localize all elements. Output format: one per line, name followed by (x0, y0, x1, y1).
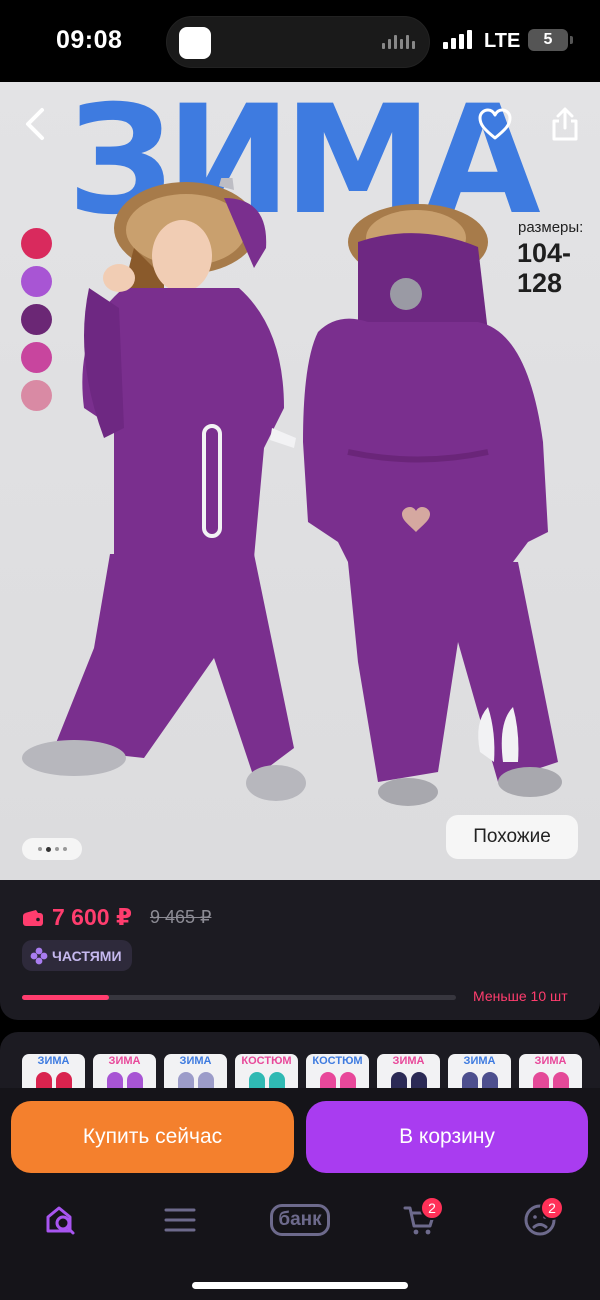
stock-progress-fill (22, 995, 109, 1000)
tab-profile[interactable] (510, 1190, 570, 1250)
tab-bank[interactable]: банк (270, 1190, 330, 1250)
home-search-icon (46, 1206, 75, 1235)
tab-search[interactable] (31, 1190, 91, 1250)
thumbnail-title: ЗИМА (108, 1055, 141, 1067)
pagination-dot-active (45, 846, 51, 852)
bank-label: банк (270, 1204, 330, 1236)
tab-bar: банк 2 2 (0, 1190, 600, 1250)
similar-button[interactable]: Похожие (446, 815, 578, 859)
pagination-dot (62, 847, 67, 851)
status-time: 09:08 (56, 26, 123, 54)
favorite-button[interactable] (473, 102, 517, 146)
installment-label: ЧАСТЯМИ (52, 947, 122, 964)
price-card: 7 600 ₽ 9 465 ₽ ЧАСТЯМИ Меньше 10 шт (0, 880, 600, 1020)
island-app-icon (179, 27, 211, 59)
dynamic-island (166, 16, 430, 68)
thumbnail-title: КОСТЮМ (312, 1055, 363, 1067)
cart-badge: 2 (420, 1196, 444, 1220)
thumbnail-title: ЗИМА (463, 1055, 496, 1067)
status-bar: 09:08 LTE 5 (0, 0, 600, 82)
share-icon (552, 107, 578, 141)
pagination-dot (54, 847, 59, 851)
buy-now-button[interactable]: Купить сейчас (11, 1101, 294, 1173)
network-label: LTE (484, 30, 521, 52)
installment-icon (30, 947, 48, 964)
price-row: 7 600 ₽ 9 465 ₽ (22, 904, 211, 931)
product-gallery[interactable]: ЗИМА размеры: 104-128 Похожие (0, 82, 600, 880)
signal-icon (443, 30, 472, 49)
gallery-pagination (22, 838, 82, 860)
thumbnail-title: ЗИМА (534, 1055, 567, 1067)
tab-cart[interactable] (390, 1190, 450, 1250)
current-price: 7 600 ₽ (52, 904, 132, 930)
thumbnail-title: КОСТЮМ (241, 1055, 292, 1067)
installment-badge[interactable]: ЧАСТЯМИ (22, 940, 132, 971)
profile-badge: 2 (540, 1196, 564, 1220)
heart-icon (478, 108, 512, 140)
back-button[interactable] (14, 102, 58, 146)
home-indicator[interactable] (192, 1282, 408, 1289)
battery-tip (570, 36, 573, 44)
chevron-left-icon (26, 108, 44, 140)
menu-icon (164, 1208, 196, 1232)
thumbnail-title: ЗИМА (37, 1055, 70, 1067)
thumbnail-title: ЗИМА (179, 1055, 212, 1067)
pagination-dot (37, 847, 42, 851)
product-photo-back (303, 204, 562, 806)
share-button[interactable] (543, 102, 587, 146)
battery-icon: 5 (528, 29, 568, 51)
stock-text: Меньше 10 шт (473, 988, 568, 1004)
old-price: 9 465 ₽ (149, 907, 212, 927)
tab-catalog[interactable] (150, 1190, 210, 1250)
add-to-cart-button[interactable]: В корзину (306, 1101, 588, 1173)
wallet-icon (23, 909, 43, 926)
product-photo-front (22, 178, 306, 801)
island-audio-bars-icon (382, 35, 415, 49)
battery-level: 5 (543, 31, 553, 48)
thumbnail-title: ЗИМА (392, 1055, 425, 1067)
stock-progress (22, 995, 456, 1000)
